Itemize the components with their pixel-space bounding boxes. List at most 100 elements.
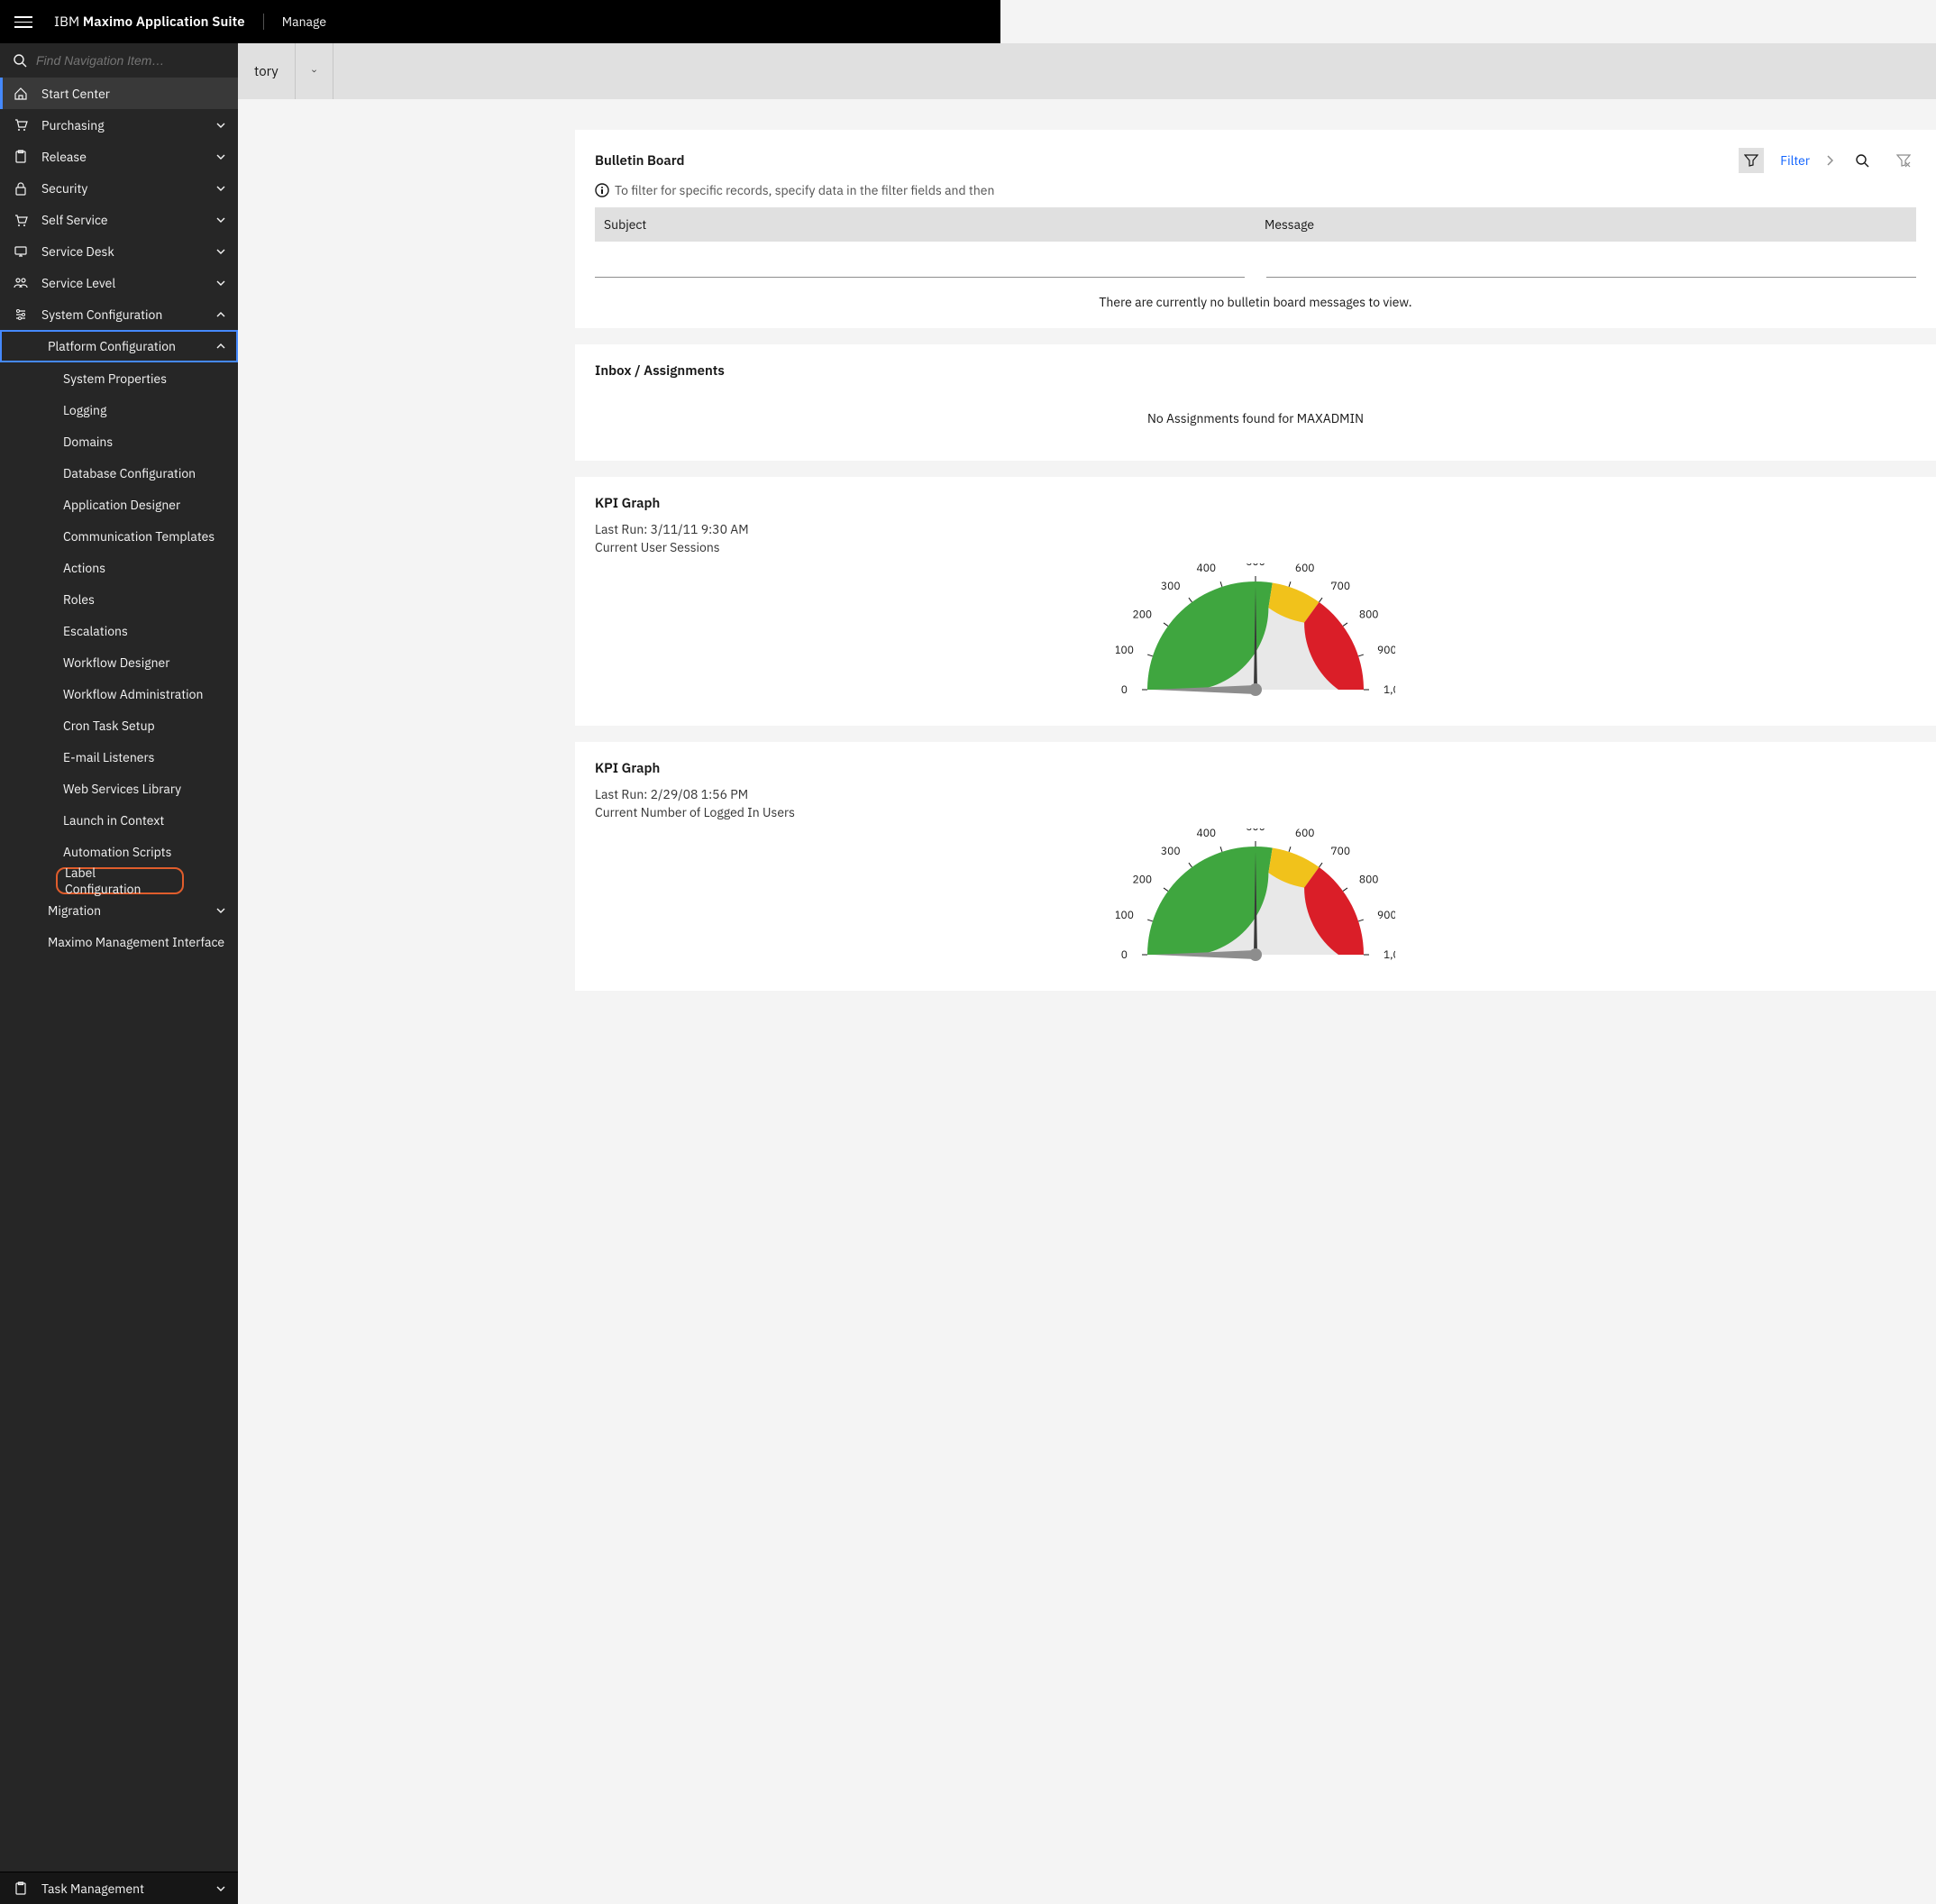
svg-text:400: 400 — [1197, 563, 1217, 575]
nav-label: Service Desk — [41, 243, 216, 260]
menu-toggle-icon[interactable] — [14, 13, 32, 31]
right-column: Bulletin Board Filter — [575, 130, 1936, 991]
nav-leaf-system-properties[interactable]: System Properties — [0, 362, 238, 394]
kpi1-title: KPI Graph — [595, 495, 1916, 512]
tab-dropdown[interactable] — [296, 43, 333, 99]
nav-leaf-label-configuration[interactable]: Label Configuration — [56, 867, 184, 894]
nav-mgmt-interface[interactable]: Maximo Management Interface — [0, 926, 238, 957]
clipboard-icon — [13, 1881, 29, 1896]
col-subject: Subject — [595, 216, 1256, 233]
svg-text:100: 100 — [1116, 644, 1134, 657]
bulletin-board-panel: Bulletin Board Filter — [575, 130, 1936, 328]
chevron-icon — [216, 217, 225, 223]
home-icon — [13, 87, 29, 101]
nav-leaf-automation-scripts[interactable]: Automation Scripts — [0, 836, 238, 867]
svg-text:700: 700 — [1330, 845, 1350, 858]
chevron-down-icon — [312, 68, 316, 75]
search-icon — [13, 53, 27, 68]
nav-leaf-communication-templates[interactable]: Communication Templates — [0, 520, 238, 552]
subject-filter-input[interactable] — [595, 254, 1245, 278]
nav-item-release[interactable]: Release — [0, 141, 238, 172]
app-name: Manage — [282, 14, 326, 30]
kpi2-lastrun: Last Run: 2/29/08 1:56 PM — [595, 786, 1916, 804]
nav-label: Self Service — [41, 212, 216, 228]
nav-leaf-e-mail-listeners[interactable]: E-mail Listeners — [0, 741, 238, 773]
nav-sub-label: Maximo Management Interface — [48, 934, 224, 950]
inbox-title: Inbox / Assignments — [595, 362, 1916, 380]
divider — [263, 14, 264, 30]
svg-text:600: 600 — [1295, 828, 1315, 840]
nav-item-system-configuration[interactable]: System Configuration — [0, 298, 238, 330]
nav-label: Purchasing — [41, 117, 216, 133]
nav-leaf-web-services-library[interactable]: Web Services Library — [0, 773, 238, 804]
chevron-up-icon — [216, 343, 225, 349]
nav-start-center[interactable]: Start Center — [0, 78, 238, 109]
nav-task-management[interactable]: Task Management — [0, 1872, 238, 1904]
filter-icon — [1744, 153, 1758, 168]
nav-label: Release — [41, 149, 216, 165]
nav-leaf-logging[interactable]: Logging — [0, 394, 238, 426]
cart-icon — [13, 118, 29, 133]
suite-brand: IBM Maximo Application Suite — [54, 14, 245, 31]
nav-label: Task Management — [41, 1881, 216, 1897]
kpi1-panel: KPI Graph Last Run: 3/11/11 9:30 AM Curr… — [575, 477, 1936, 726]
kpi1-name: Current User Sessions — [595, 539, 1916, 557]
kpi2-title: KPI Graph — [595, 760, 1916, 777]
nav-item-service-desk[interactable]: Service Desk — [0, 235, 238, 267]
nav-migration[interactable]: Migration — [0, 894, 238, 926]
search-button[interactable] — [1849, 148, 1875, 173]
chevron-icon — [216, 154, 225, 160]
nav-item-self-service[interactable]: Self Service — [0, 204, 238, 235]
nav-sub-label: Platform Configuration — [48, 338, 176, 354]
nav-label: Start Center — [41, 86, 225, 102]
search-icon — [1855, 153, 1869, 168]
message-filter-input[interactable] — [1266, 254, 1916, 278]
bulletin-filter-inputs — [595, 254, 1916, 278]
tab-history[interactable]: tory — [238, 43, 296, 99]
svg-text:400: 400 — [1197, 828, 1217, 840]
nav-footer: Task Management — [0, 1872, 238, 1904]
svg-text:200: 200 — [1133, 874, 1153, 887]
svg-text:800: 800 — [1359, 874, 1379, 887]
tabbar: tory — [0, 43, 1936, 99]
filter-toggle-button[interactable] — [1739, 148, 1764, 173]
nav-scroll[interactable]: Purchasing Release Security Self Service Ser… — [0, 109, 238, 1872]
topbar: IBM Maximo Application Suite Manage — [0, 0, 1000, 43]
nav-leaf-domains[interactable]: Domains — [0, 426, 238, 457]
nav-sub-label: Migration — [48, 902, 101, 919]
svg-text:600: 600 — [1295, 563, 1315, 575]
svg-text:1,000: 1,000 — [1384, 948, 1395, 962]
chevron-icon — [216, 280, 225, 286]
nav-leaf-workflow-administration[interactable]: Workflow Administration — [0, 678, 238, 709]
sliders-icon — [13, 307, 29, 322]
bulletin-tools: Filter — [1739, 148, 1916, 173]
clear-filter-button[interactable] — [1891, 148, 1916, 173]
nav-item-service-level[interactable]: Service Level — [0, 267, 238, 298]
nav-leaf-cron-task-setup[interactable]: Cron Task Setup — [0, 709, 238, 741]
svg-text:500: 500 — [1246, 828, 1265, 834]
nav-platform-configuration[interactable]: Platform Configuration — [0, 330, 238, 362]
svg-text:300: 300 — [1161, 580, 1181, 593]
nav-leaf-actions[interactable]: Actions — [0, 552, 238, 583]
nav-search-input[interactable] — [36, 53, 225, 68]
filter-hint: To filter for specific records, specify … — [595, 182, 1916, 198]
nav-leaf-roles[interactable]: Roles — [0, 583, 238, 615]
svg-text:900: 900 — [1377, 909, 1395, 922]
nav-leaf-application-designer[interactable]: Application Designer — [0, 489, 238, 520]
kpi2-meta: Last Run: 2/29/08 1:56 PM Current Number… — [595, 786, 1916, 821]
info-icon — [595, 183, 609, 197]
nav-item-security[interactable]: Security — [0, 172, 238, 204]
nav-item-purchasing[interactable]: Purchasing — [0, 109, 238, 141]
nav-label: System Configuration — [41, 307, 216, 323]
clipboard-icon — [13, 150, 29, 164]
brand-ibm: IBM — [54, 14, 79, 31]
filter-link[interactable]: Filter — [1780, 152, 1810, 169]
inbox-empty: No Assignments found for MAXADMIN — [595, 410, 1916, 426]
nav-leaf-database-configuration[interactable]: Database Configuration — [0, 457, 238, 489]
chevron-right-icon — [1826, 155, 1833, 166]
svg-text:0: 0 — [1121, 948, 1128, 962]
nav-leaf-workflow-designer[interactable]: Workflow Designer — [0, 646, 238, 678]
svg-text:700: 700 — [1330, 580, 1350, 593]
nav-leaf-launch-in-context[interactable]: Launch in Context — [0, 804, 238, 836]
nav-leaf-escalations[interactable]: Escalations — [0, 615, 238, 646]
